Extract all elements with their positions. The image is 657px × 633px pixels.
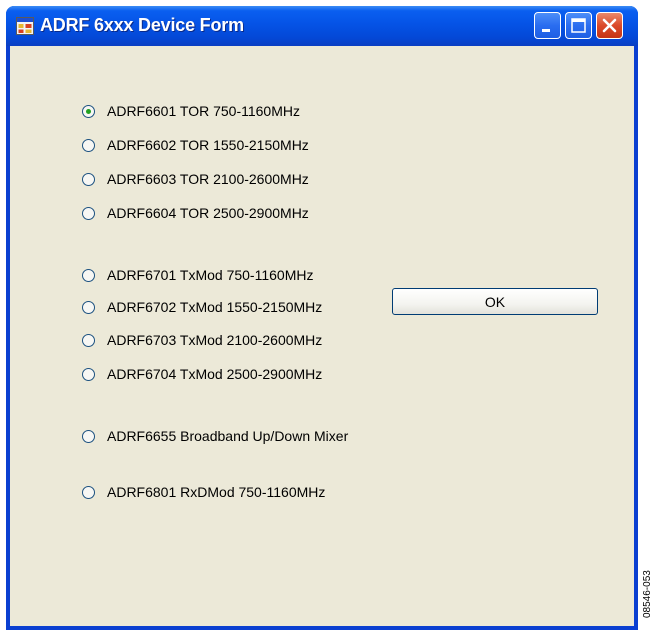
radio-button[interactable]	[82, 367, 95, 381]
radio-button[interactable]	[82, 172, 95, 186]
figure-id-label: 08546-053	[642, 570, 653, 618]
radio-button[interactable]	[82, 268, 95, 282]
radio-label: ADRF6602 TOR 1550-2150MHz	[107, 137, 309, 153]
radio-label: ADRF6701 TxMod 750-1160MHz	[107, 267, 314, 283]
radio-button[interactable]	[82, 206, 95, 220]
maximize-icon	[571, 18, 586, 33]
radio-option-adrf6604[interactable]: ADRF6604 TOR 2500-2900MHz	[82, 203, 309, 223]
title-bar[interactable]: ADRF 6xxx Device Form	[6, 6, 638, 46]
radio-label: ADRF6702 TxMod 1550-2150MHz	[107, 299, 323, 315]
app-form-icon	[16, 17, 34, 35]
radio-option-adrf6801[interactable]: ADRF6801 RxDMod 750-1160MHz	[82, 482, 325, 502]
radio-label: ADRF6601 TOR 750-1160MHz	[107, 103, 300, 119]
radio-option-adrf6602[interactable]: ADRF6602 TOR 1550-2150MHz	[82, 135, 309, 155]
minimize-button[interactable]	[534, 12, 561, 39]
radio-option-adrf6702[interactable]: ADRF6702 TxMod 1550-2150MHz	[82, 297, 322, 317]
radio-option-adrf6703[interactable]: ADRF6703 TxMod 2100-2600MHz	[82, 330, 322, 350]
radio-button[interactable]	[82, 333, 95, 347]
radio-button[interactable]	[82, 429, 95, 443]
ok-button[interactable]: OK	[392, 288, 598, 315]
radio-label: ADRF6704 TxMod 2500-2900MHz	[107, 366, 323, 382]
radio-label: ADRF6655 Broadband Up/Down Mixer	[107, 428, 349, 444]
radio-label: ADRF6604 TOR 2500-2900MHz	[107, 205, 309, 221]
window-title: ADRF 6xxx Device Form	[40, 15, 244, 35]
close-icon	[602, 18, 617, 33]
radio-label: ADRF6703 TxMod 2100-2600MHz	[107, 332, 323, 348]
radio-label: ADRF6801 RxDMod 750-1160MHz	[107, 484, 326, 500]
device-form-window: ADRF 6xxx Device Form ADRF6601 TOR 750-1…	[6, 6, 638, 630]
radio-selected-dot	[86, 108, 91, 114]
radio-button[interactable]	[82, 138, 95, 152]
minimize-icon	[542, 29, 550, 32]
radio-option-adrf6704[interactable]: ADRF6704 TxMod 2500-2900MHz	[82, 364, 322, 384]
close-button[interactable]	[596, 12, 623, 39]
radio-option-adrf6655[interactable]: ADRF6655 Broadband Up/Down Mixer	[82, 426, 348, 446]
radio-button[interactable]	[82, 104, 95, 118]
form-client-area: ADRF6601 TOR 750-1160MHz ADRF6602 TOR 15…	[10, 46, 634, 626]
radio-option-adrf6701[interactable]: ADRF6701 TxMod 750-1160MHz	[82, 265, 313, 285]
radio-button[interactable]	[82, 300, 95, 314]
radio-option-adrf6601[interactable]: ADRF6601 TOR 750-1160MHz	[82, 101, 300, 121]
radio-button[interactable]	[82, 485, 95, 499]
radio-label: ADRF6603 TOR 2100-2600MHz	[107, 171, 309, 187]
maximize-button[interactable]	[565, 12, 592, 39]
radio-option-adrf6603[interactable]: ADRF6603 TOR 2100-2600MHz	[82, 169, 309, 189]
